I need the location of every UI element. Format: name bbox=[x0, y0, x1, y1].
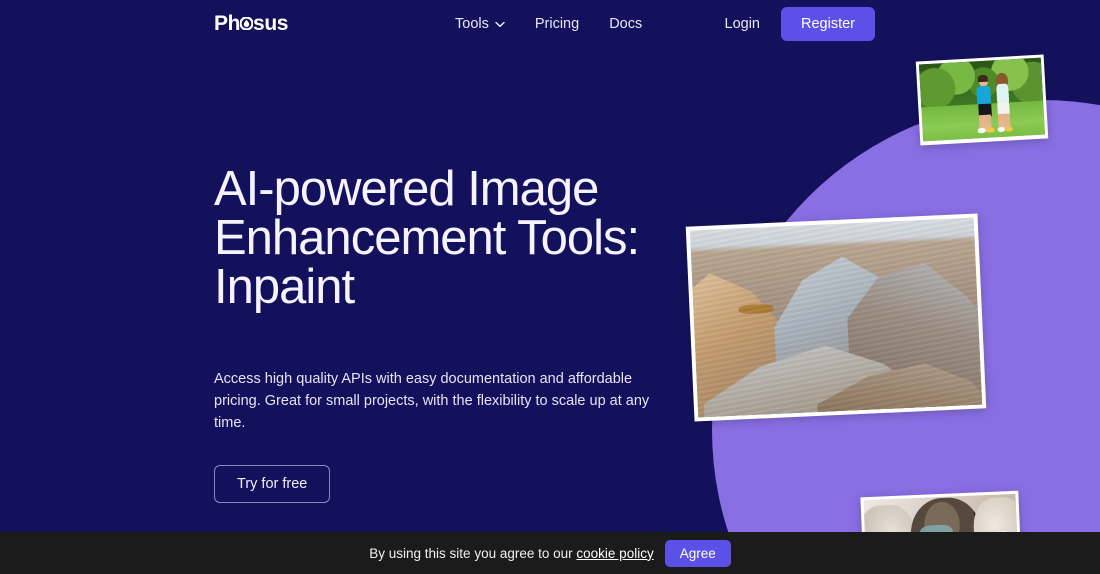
try-for-free-button[interactable]: Try for free bbox=[214, 465, 331, 504]
logo-text-after: sus bbox=[253, 11, 289, 35]
nav-item-tools[interactable]: Tools bbox=[455, 16, 505, 32]
canyon-photo[interactable] bbox=[685, 213, 987, 422]
cookie-banner-text-before: By using this site you agree to our bbox=[369, 545, 573, 561]
hero-subtext: Access high quality APIs with easy docum… bbox=[214, 371, 650, 431]
agree-button[interactable]: Agree bbox=[664, 539, 731, 567]
register-button[interactable]: Register bbox=[781, 6, 875, 41]
hero-section: AI-powered Image Enhancement Tools: Inpa… bbox=[214, 162, 684, 504]
runners-photo[interactable] bbox=[915, 54, 1049, 146]
nav-item-pricing[interactable]: Pricing bbox=[535, 16, 579, 32]
canyon-photo-art bbox=[689, 217, 983, 418]
nav-item-pricing-label: Pricing bbox=[534, 15, 580, 32]
cookie-banner: By using this site you agree to our cook… bbox=[0, 532, 1100, 574]
nav-item-docs[interactable]: Docs bbox=[609, 16, 642, 32]
runner-female bbox=[993, 72, 1014, 133]
site-header: Ph sus Tools Pricing Docs Login Register bbox=[0, 0, 1100, 47]
droplet-icon bbox=[240, 16, 254, 30]
logo[interactable]: Ph sus bbox=[214, 11, 288, 35]
page-root: Ph sus Tools Pricing Docs Login Register… bbox=[0, 0, 1100, 574]
chevron-down-icon bbox=[495, 21, 505, 28]
logo-text-before: Ph bbox=[214, 11, 241, 35]
cookie-banner-text: By using this site you agree to our cook… bbox=[369, 546, 653, 561]
nav-item-docs-label: Docs bbox=[609, 15, 643, 32]
main-navigation: Tools Pricing Docs bbox=[455, 0, 642, 47]
cookie-policy-link[interactable]: cookie policy bbox=[576, 546, 653, 561]
nav-item-tools-label: Tools bbox=[455, 15, 489, 32]
login-link[interactable]: Login bbox=[725, 16, 760, 32]
page-title: AI-powered Image Enhancement Tools: Inpa… bbox=[214, 162, 640, 314]
runners-photo-art bbox=[918, 57, 1046, 142]
header-actions: Login Register bbox=[725, 0, 875, 47]
